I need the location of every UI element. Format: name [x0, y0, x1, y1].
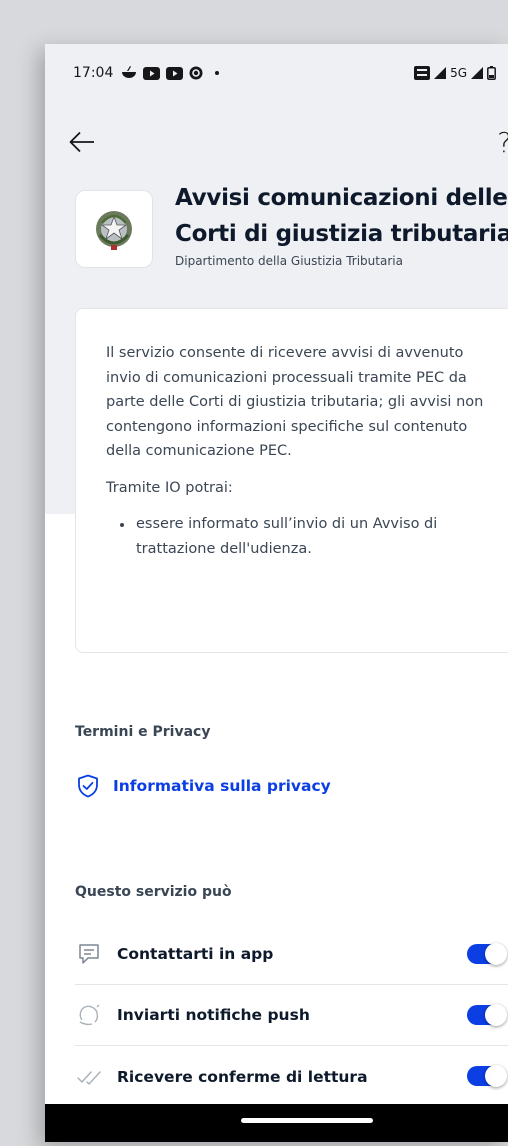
status-bar: 17:04 5G — [45, 44, 508, 102]
arrow-left-icon — [69, 131, 94, 153]
service-logo — [75, 190, 153, 268]
home-gesture-handle[interactable] — [241, 1118, 373, 1123]
capability-row-contact: Contattarti in app — [75, 924, 508, 985]
contact-toggle[interactable] — [467, 943, 507, 965]
double-check-icon — [75, 1069, 103, 1085]
at-notification-icon — [189, 66, 203, 80]
phone-screen: 17:04 5G ? — [45, 44, 508, 1142]
network-type: 5G — [450, 66, 467, 80]
capability-row-read-receipts: Ricevere conferme di lettura — [75, 1046, 508, 1107]
service-header: Avvisi comunicazioni delle Corti di gius… — [75, 180, 508, 268]
emblem-icon — [96, 211, 132, 250]
capabilities-section-title: Questo servizio può — [75, 884, 232, 900]
description-intro: Il servizio consente di ricevere avvisi … — [106, 345, 484, 459]
capability-label: Ricevere conferme di lettura — [117, 1067, 368, 1086]
video-notification-icon — [143, 66, 161, 80]
system-navigation-bar — [45, 1104, 508, 1142]
description-lead: Tramite IO potrai: — [106, 479, 233, 496]
food-notification-icon — [122, 66, 137, 78]
service-title-line2: Corti di giustizia tributaria — [175, 221, 508, 247]
title-block: Avvisi comunicazioni delle Corti di gius… — [175, 180, 508, 268]
privacy-link-label: Informativa sulla privacy — [113, 777, 331, 795]
description-list: essere informato sull’invio di un Avviso… — [106, 512, 494, 561]
service-organization: Dipartimento della Giustizia Tributaria — [175, 254, 403, 268]
service-title-line1: Avvisi comunicazioni delle — [175, 185, 508, 211]
description-list-item: essere informato sull’invio di un Avviso… — [106, 512, 494, 561]
video-notification-icon-2 — [166, 66, 184, 80]
back-button[interactable] — [69, 127, 99, 157]
capabilities-list: Contattarti in app Inviarti notifiche pu… — [75, 924, 508, 1107]
toggle-knob — [485, 1004, 507, 1026]
privacy-policy-link[interactable]: Informativa sulla privacy — [77, 774, 331, 798]
volte-icon — [414, 66, 431, 80]
signal-icon — [434, 67, 447, 79]
capability-label: Inviarti notifiche push — [117, 1006, 310, 1024]
toggle-knob — [485, 1065, 507, 1087]
terms-section-title: Termini e Privacy — [75, 724, 211, 740]
capability-row-push: Inviarti notifiche push — [75, 985, 508, 1046]
push-toggle[interactable] — [467, 1004, 507, 1026]
status-time: 17:04 — [73, 65, 114, 81]
question-mark-icon: ? — [497, 126, 508, 159]
message-icon — [75, 943, 103, 965]
signal-icon-2 — [471, 67, 483, 79]
capability-label: Contattarti in app — [117, 945, 274, 963]
notification-icons — [121, 66, 220, 80]
toggle-knob — [485, 943, 507, 965]
battery-icon — [487, 66, 496, 80]
shield-check-icon — [78, 774, 98, 798]
help-button[interactable]: ? — [497, 126, 508, 159]
app-bar: ? — [45, 120, 508, 164]
more-dot-icon — [215, 71, 220, 75]
description-card: Il servizio consente di ricevere avvisi … — [75, 308, 508, 653]
service-title: Avvisi comunicazioni delle Corti di gius… — [175, 180, 508, 252]
read-receipts-toggle[interactable] — [467, 1065, 507, 1087]
bell-icon — [75, 1003, 103, 1027]
